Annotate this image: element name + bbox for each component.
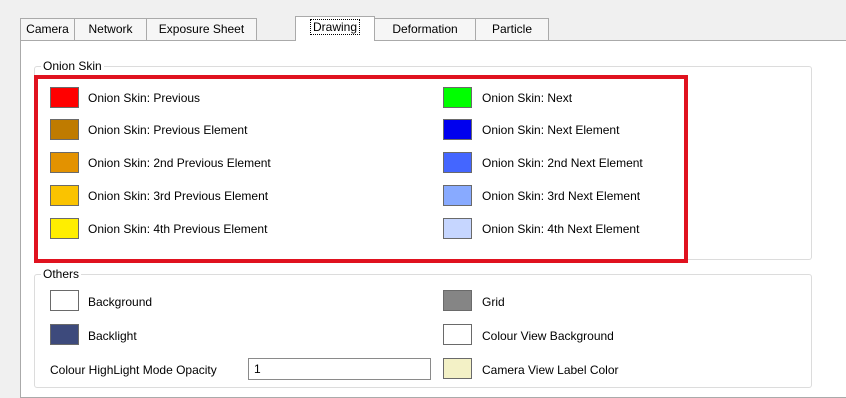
highlight-opacity-label: Colour HighLight Mode Opacity	[50, 363, 217, 377]
tab-deformation-label: Deformation	[392, 22, 458, 36]
tab-deformation[interactable]: Deformation	[374, 18, 476, 40]
tab-network[interactable]: Network	[74, 18, 147, 40]
colour-view-background-swatch[interactable]	[443, 324, 472, 345]
background-label: Background	[88, 295, 153, 309]
grid-swatch[interactable]	[443, 290, 472, 311]
tab-particle[interactable]: Particle	[475, 18, 549, 40]
tab-camera-label: Camera	[26, 22, 69, 36]
tab-drawing-label: Drawing	[309, 19, 360, 35]
tab-camera[interactable]: Camera	[20, 18, 75, 40]
onion-skin-group-title: Onion Skin	[41, 59, 104, 73]
grid-label: Grid	[482, 295, 505, 309]
backlight-label: Backlight	[88, 329, 137, 343]
tab-particle-label: Particle	[491, 22, 532, 36]
tab-exposure-sheet[interactable]: Exposure Sheet	[146, 18, 257, 40]
highlight-annotation-box	[34, 75, 688, 263]
camera-view-label-color-label: Camera View Label Color	[482, 363, 619, 377]
colour-view-background-label: Colour View Background	[482, 329, 614, 343]
tab-exposure-sheet-label: Exposure Sheet	[158, 22, 245, 36]
tab-drawing[interactable]: Drawing	[295, 16, 375, 41]
others-group-title: Others	[41, 267, 82, 281]
backlight-swatch[interactable]	[50, 324, 79, 345]
camera-view-label-color-swatch[interactable]	[443, 358, 472, 379]
background-swatch[interactable]	[50, 290, 79, 311]
tab-network-label: Network	[88, 22, 133, 36]
highlight-opacity-input[interactable]	[248, 358, 431, 380]
